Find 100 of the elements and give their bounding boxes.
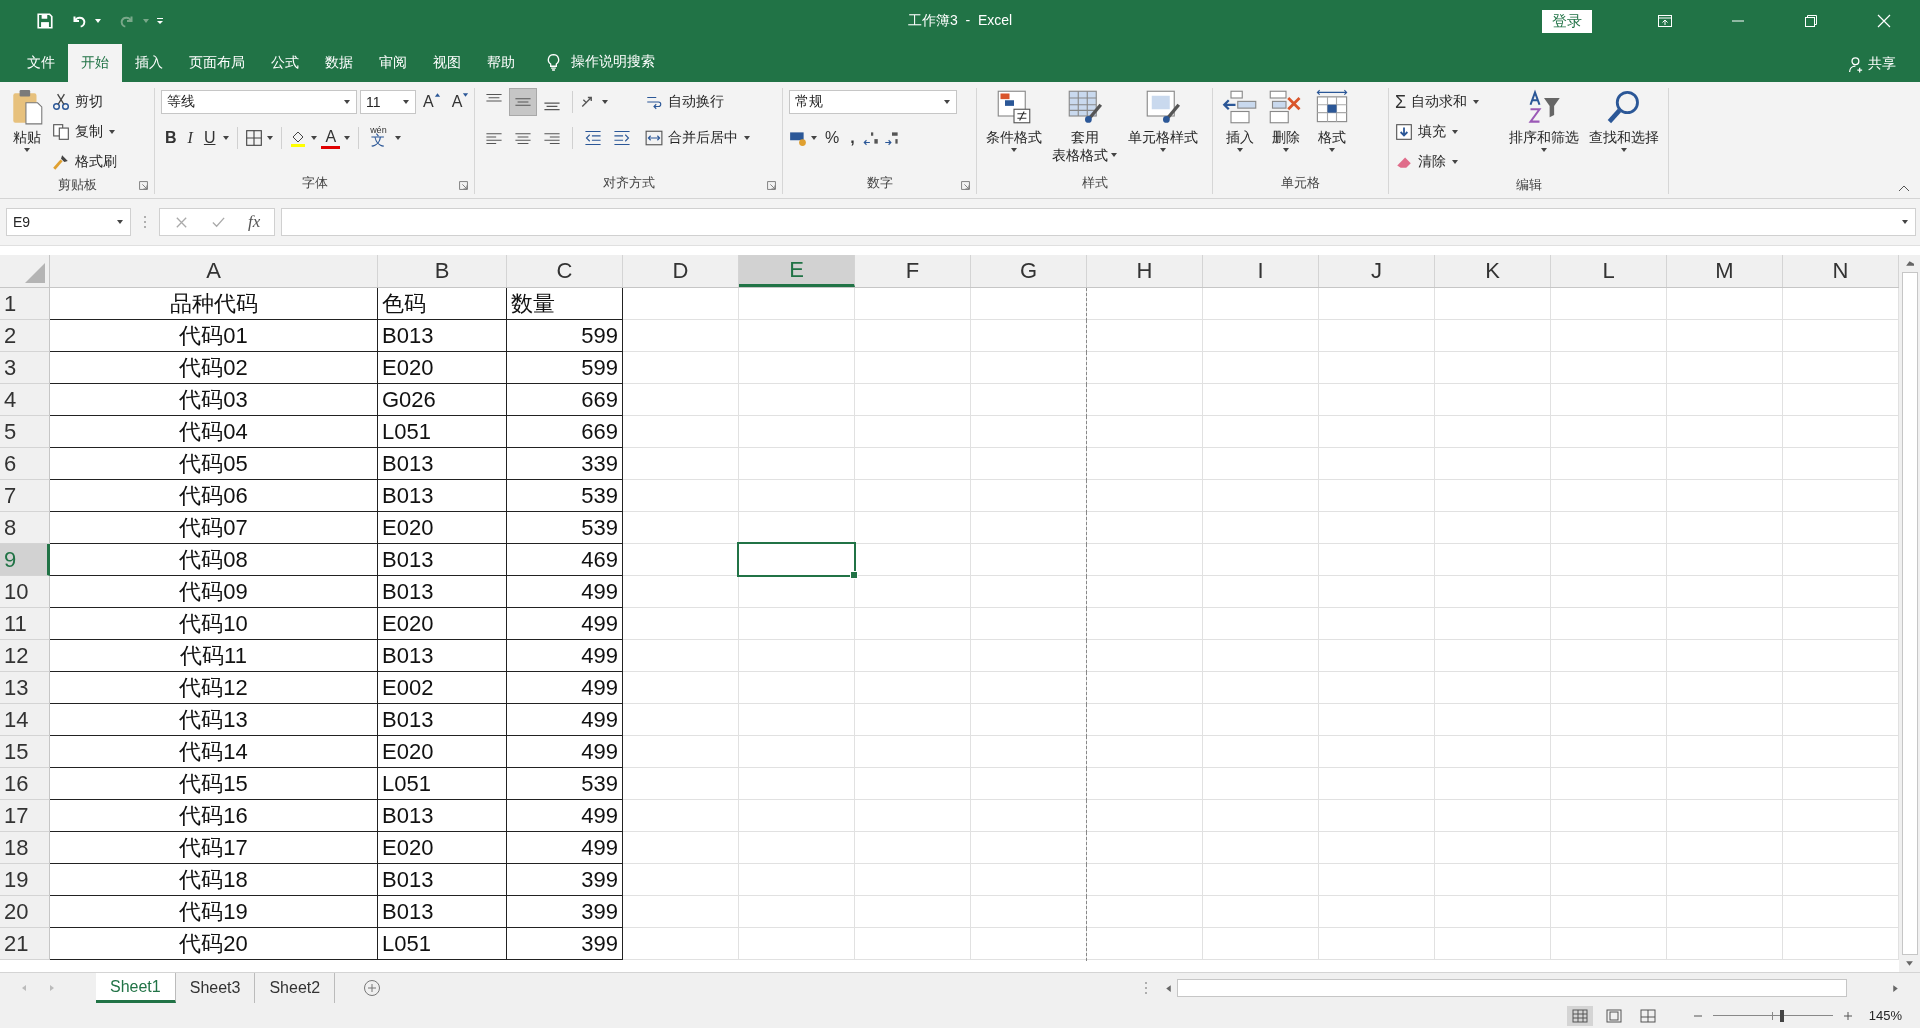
caret-icon[interactable] — [1901, 218, 1909, 226]
paint-bucket-icon[interactable] — [289, 129, 308, 147]
underline-button[interactable]: U — [199, 125, 220, 151]
scroll-thumb[interactable] — [1901, 272, 1918, 955]
row-header[interactable]: 21 — [0, 928, 50, 960]
row-header[interactable]: 7 — [0, 480, 50, 512]
ribbon-tab[interactable]: 数据 — [312, 44, 366, 82]
fill-handle[interactable] — [850, 571, 858, 579]
autosum-button[interactable]: Σ 自动求和 — [1395, 88, 1502, 116]
row-header[interactable]: 19 — [0, 864, 50, 896]
grow-font-button[interactable]: A — [419, 89, 445, 115]
row-header[interactable]: 17 — [0, 800, 50, 832]
column-header[interactable]: H — [1087, 255, 1203, 287]
font-size-field[interactable]: 11 — [360, 90, 416, 114]
row-header[interactable]: 6 — [0, 448, 50, 480]
font-name-field[interactable]: 等线 — [161, 90, 357, 114]
row-header[interactable]: 15 — [0, 736, 50, 768]
add-sheet-icon[interactable] — [363, 979, 382, 997]
borders-icon[interactable] — [245, 129, 264, 147]
sign-in-button[interactable]: 登录 — [1542, 9, 1592, 33]
delete-cells-button[interactable]: 删除 — [1265, 88, 1307, 154]
dialog-launcher-icon[interactable] — [767, 181, 776, 190]
phonetic-button[interactable]: wén 文 — [366, 125, 391, 151]
row-header[interactable]: 16 — [0, 768, 50, 800]
tell-me-search[interactable]: 操作说明搜索 — [571, 53, 655, 71]
row-header[interactable]: 4 — [0, 384, 50, 416]
restore-icon[interactable] — [1803, 13, 1819, 29]
dialog-launcher-icon[interactable] — [139, 181, 148, 190]
dialog-launcher-icon[interactable] — [961, 181, 970, 190]
format-as-table-button[interactable]: 套用 表格格式 — [1049, 88, 1121, 164]
row-header[interactable]: 20 — [0, 896, 50, 928]
column-header[interactable]: L — [1551, 255, 1667, 287]
column-header[interactable]: K — [1435, 255, 1551, 287]
customize-icon[interactable] — [156, 17, 164, 25]
shrink-font-button[interactable]: A — [447, 89, 474, 115]
person-add-icon[interactable] — [1848, 55, 1865, 73]
font-color-button[interactable]: A — [321, 127, 341, 149]
increase-decimal-icon[interactable] — [861, 129, 880, 147]
active-cell[interactable] — [737, 542, 856, 577]
comma-button[interactable]: , — [846, 125, 859, 151]
ribbon-tab[interactable]: 插入 — [122, 44, 176, 82]
zoom-level[interactable]: 145% — [1868, 1008, 1902, 1023]
scroll-thumb[interactable] — [1177, 979, 1847, 997]
ribbon-tab[interactable]: 视图 — [420, 44, 474, 82]
row-header[interactable]: 12 — [0, 640, 50, 672]
row-header[interactable]: 11 — [0, 608, 50, 640]
vertical-scrollbar[interactable] — [1899, 255, 1920, 972]
formula-input[interactable] — [281, 208, 1916, 236]
dialog-launcher-icon[interactable] — [459, 181, 468, 190]
column-header[interactable]: M — [1667, 255, 1783, 287]
caret-icon[interactable] — [266, 134, 275, 142]
column-header[interactable]: A — [50, 255, 378, 287]
caret-icon[interactable] — [94, 17, 102, 25]
insert-cells-button[interactable]: 插入 — [1219, 88, 1261, 154]
name-box[interactable]: E9 — [6, 208, 131, 236]
normal-view-icon[interactable] — [1566, 1005, 1593, 1026]
scroll-up-icon[interactable] — [1905, 259, 1914, 268]
merge-center-button[interactable]: 合并后居中 — [645, 124, 751, 152]
zoom-slider-thumb[interactable] — [1779, 1009, 1784, 1022]
row-header[interactable]: 9 — [0, 544, 50, 576]
ribbon-tab[interactable]: 页面布局 — [176, 44, 258, 82]
paste-button[interactable]: 粘贴 — [6, 88, 48, 154]
column-header[interactable]: F — [855, 255, 971, 287]
caret-icon[interactable] — [393, 134, 402, 142]
zoom-in-icon[interactable] — [1842, 1010, 1853, 1021]
copy-button[interactable]: 复制 — [52, 118, 117, 146]
ribbon-tab[interactable]: 开始 — [68, 44, 122, 82]
column-header[interactable]: J — [1319, 255, 1435, 287]
percent-button[interactable]: % — [821, 125, 844, 151]
close-icon[interactable] — [1876, 13, 1892, 29]
row-header[interactable]: 10 — [0, 576, 50, 608]
caret-icon[interactable] — [222, 134, 231, 142]
row-header[interactable]: 14 — [0, 704, 50, 736]
insert-function-button[interactable]: fx — [248, 212, 261, 232]
sheet-tab[interactable]: Sheet1 — [96, 973, 176, 1003]
row-header[interactable]: 18 — [0, 832, 50, 864]
ribbon-tab[interactable]: 文件 — [14, 44, 68, 82]
find-select-button[interactable]: 查找和选择 — [1586, 88, 1662, 154]
row-header[interactable]: 3 — [0, 352, 50, 384]
number-format-field[interactable]: 常规 — [789, 90, 957, 114]
column-header[interactable]: G — [971, 255, 1087, 287]
row-header[interactable]: 8 — [0, 512, 50, 544]
wrap-text-button[interactable]: 自动换行 — [645, 88, 751, 116]
caret-icon[interactable] — [343, 134, 352, 142]
row-header[interactable]: 5 — [0, 416, 50, 448]
column-header[interactable]: C — [507, 255, 623, 287]
currency-icon[interactable] — [789, 129, 807, 147]
cut-button[interactable]: 剪切 — [52, 88, 117, 116]
row-header[interactable]: 13 — [0, 672, 50, 704]
scroll-right-icon[interactable] — [1891, 983, 1900, 993]
ribbon-display-icon[interactable] — [1657, 13, 1673, 29]
align-middle-icon[interactable] — [510, 89, 536, 115]
row-header[interactable]: 1 — [0, 288, 50, 320]
column-header[interactable]: E — [739, 255, 855, 287]
scroll-down-icon[interactable] — [1905, 959, 1914, 968]
italic-button[interactable]: I — [183, 125, 197, 151]
conditional-formatting-button[interactable]: 条件格式 — [983, 88, 1045, 154]
caret-icon[interactable] — [601, 98, 609, 106]
ribbon-tab[interactable]: 审阅 — [366, 44, 420, 82]
caret-icon[interactable] — [310, 134, 319, 142]
